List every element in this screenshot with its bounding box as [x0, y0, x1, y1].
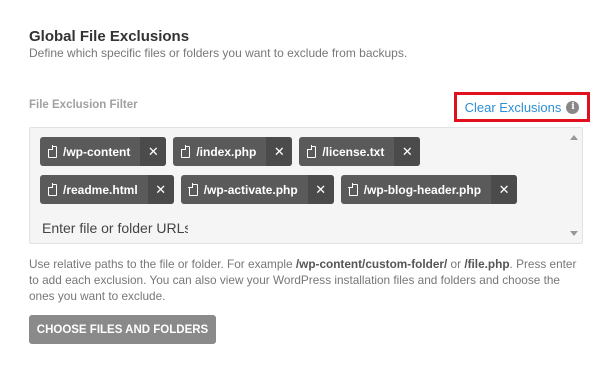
- exclusion-tag: /wp-content ✕: [40, 137, 167, 166]
- remove-tag-icon[interactable]: ✕: [266, 137, 293, 166]
- remove-tag-icon[interactable]: ✕: [307, 175, 334, 204]
- page-title: Global File Exclusions: [29, 28, 190, 45]
- exclusion-tag: /wp-activate.php ✕: [180, 175, 334, 204]
- clear-exclusions-highlight[interactable]: Clear Exclusions i: [454, 92, 590, 122]
- remove-tag-icon[interactable]: ✕: [394, 137, 421, 166]
- help-example-path: /file.php: [464, 257, 510, 271]
- exclusion-tag: /index.php ✕: [173, 137, 293, 166]
- file-icon: [47, 183, 57, 196]
- file-icon: [47, 145, 57, 158]
- exclusion-input[interactable]: [40, 213, 190, 242]
- tag-label: /index.php: [196, 144, 257, 159]
- tags-area: /wp-content ✕ /index.php ✕ /license.txt …: [40, 137, 560, 242]
- help-text: Use relative paths to the file or folder…: [29, 256, 585, 304]
- file-icon: [348, 183, 358, 196]
- filter-label: File Exclusion Filter: [29, 99, 138, 111]
- file-icon: [306, 145, 317, 158]
- help-text-part: Use relative paths to the file or folder…: [29, 257, 296, 271]
- tag-label: /wp-blog-header.php: [363, 182, 482, 197]
- remove-tag-icon[interactable]: ✕: [147, 175, 174, 204]
- info-icon[interactable]: i: [566, 100, 580, 114]
- tag-body: /index.php: [173, 137, 266, 166]
- remove-tag-icon[interactable]: ✕: [140, 137, 167, 166]
- file-icon: [180, 145, 191, 158]
- exclusion-tag: /readme.html ✕: [40, 175, 174, 204]
- choose-files-and-folders-button[interactable]: CHOOSE FILES AND FOLDERS: [29, 315, 216, 344]
- help-example-path: /wp-content/custom-folder/: [295, 257, 448, 271]
- tag-label: /wp-content: [63, 144, 131, 159]
- help-text-part: or: [447, 257, 465, 271]
- scrollbar[interactable]: [567, 129, 581, 242]
- tag-body: /license.txt: [299, 137, 394, 166]
- section-description: Define which specific files or folders y…: [29, 46, 408, 60]
- exclusion-tag: /wp-blog-header.php ✕: [340, 175, 518, 204]
- scroll-up-arrow-icon[interactable]: [570, 135, 578, 140]
- exclusion-tag: /license.txt ✕: [299, 137, 421, 166]
- clear-exclusions-link[interactable]: Clear Exclusions: [465, 100, 562, 115]
- file-icon: [188, 183, 198, 196]
- remove-tag-icon[interactable]: ✕: [491, 175, 518, 204]
- exclusion-tags-box[interactable]: /wp-content ✕ /index.php ✕ /license.txt …: [29, 127, 583, 244]
- tag-body: /wp-content: [40, 137, 140, 166]
- tag-label: /readme.html: [63, 182, 138, 197]
- tag-body: /wp-blog-header.php: [341, 175, 491, 204]
- tag-label: /wp-activate.php: [203, 182, 298, 197]
- tag-label: /license.txt: [322, 144, 385, 159]
- tag-body: /readme.html: [40, 175, 148, 204]
- tag-body: /wp-activate.php: [181, 175, 308, 204]
- scroll-down-arrow-icon[interactable]: [570, 231, 578, 236]
